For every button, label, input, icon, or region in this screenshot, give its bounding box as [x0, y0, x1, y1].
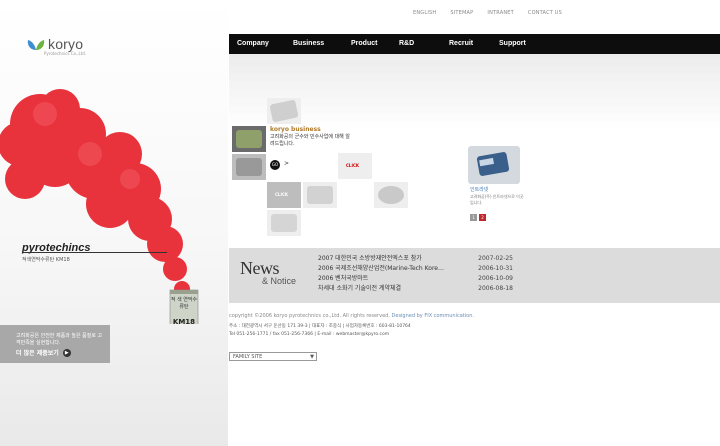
chevron-down-icon: ▼: [310, 354, 314, 360]
arrow-right-icon: ▶: [62, 348, 71, 357]
logo[interactable]: koryo: [26, 36, 83, 52]
nav-rnd[interactable]: R&D: [391, 34, 441, 54]
intranet-feature-image[interactable]: [468, 146, 520, 184]
nav-recruit[interactable]: Recruit: [441, 34, 491, 54]
business-title: koryo business: [270, 126, 321, 133]
product-subtitle: 적색연막수류탄 KM18: [22, 257, 70, 263]
pager-2[interactable]: 2: [479, 214, 486, 221]
red-smoke-image: [0, 89, 199, 324]
news-item[interactable]: 2006 국제조선해양산업전(Marine-Tech Kore… 2006-10…: [318, 264, 513, 274]
news-item-date: 2007-02-25: [478, 255, 513, 262]
promo-text: 고려화공은 안전한 제품과 높은 품질로 고객만족을 실현합니다.: [16, 333, 103, 346]
news-item-title: 2007 대한민국 소방방재안전엑스포 참가: [318, 255, 422, 262]
company-address: 주소 : 대전광역시 서구 둔산동 171 39-3 | 대표자 : 조중식 |…: [229, 323, 529, 339]
product-underline: [22, 252, 167, 253]
news-subheading: & Notice: [262, 276, 297, 286]
news-item-date: 2006-10-31: [478, 265, 513, 272]
copyright: copyright ©2006 koryo pyrotechnics co.,L…: [229, 313, 474, 319]
intranet-title[interactable]: 인트라넷: [470, 186, 488, 193]
news-item[interactable]: 2007 대한민국 소방방재안전엑스포 참가 2007-02-25: [318, 254, 513, 264]
tile-click-2[interactable]: CLICK: [267, 182, 301, 208]
tile-machine-image[interactable]: [232, 154, 266, 180]
can-label-text: 적 색 연막수류탄: [170, 297, 198, 310]
nav-product[interactable]: Product: [343, 34, 391, 54]
go-arrow-icon: >: [284, 160, 290, 167]
leaf-logo-icon: [27, 40, 45, 50]
more-products-link[interactable]: 더 많은 제품보기 ▶: [16, 348, 71, 357]
link-contact-us[interactable]: CONTACT US: [528, 10, 562, 16]
logo-subtitle: Pyrotechnics Co.,Ltd.: [44, 51, 87, 56]
tile-click-1[interactable]: CLICK: [338, 153, 372, 179]
nav-company[interactable]: Company: [229, 34, 285, 54]
tile-document-image[interactable]: [267, 98, 301, 124]
business-description: 고려화공의 군수와 민수사업에 대해 알려드립니다.: [270, 134, 350, 147]
tile-people-image[interactable]: [303, 182, 337, 208]
link-sitemap[interactable]: SITEMAP: [450, 10, 473, 16]
click-label: CLICK: [275, 192, 289, 197]
family-site-label: FAMILY SITE: [233, 354, 263, 360]
address-line-1: 주소 : 대전광역시 서구 둔산동 171 39-3 | 대표자 : 조중식 |…: [229, 324, 411, 329]
news-list: 2007 대한민국 소방방재안전엑스포 참가 2007-02-25 2006 국…: [318, 254, 513, 294]
more-products-label: 더 많은 제품보기: [16, 350, 59, 357]
news-item-date: 2006-08-18: [478, 285, 513, 292]
main-navigation: Company Business Product R&D Recruit Sup…: [229, 34, 720, 54]
go-button[interactable]: GO: [270, 160, 280, 170]
link-english[interactable]: ENGLISH: [413, 10, 436, 16]
tile-product-image[interactable]: [267, 210, 301, 236]
news-item[interactable]: 차세대 소화기 기술이전 계약체결 2006-08-18: [318, 284, 513, 294]
address-line-2: Tel 051-256-1771 / fax 051-256-7366 | E-…: [229, 332, 390, 337]
news-item-date: 2006-10-09: [478, 275, 513, 282]
feature-pager: 1 2: [470, 214, 486, 221]
news-item-title: 차세대 소화기 기술이전 계약체결: [318, 285, 402, 292]
copyright-text: copyright ©2006 koryo pyrotechnics co.,L…: [229, 313, 390, 319]
tile-vehicle-image[interactable]: [232, 126, 266, 152]
news-item-title: 2006 벤처국방마트: [318, 275, 369, 282]
news-item[interactable]: 2006 벤처국방마트 2006-10-09: [318, 274, 513, 284]
news-item-title: 2006 국제조선해양산업전(Marine-Tech Kore…: [318, 265, 444, 272]
intranet-description: 고려화공(주) 인트라넷으로 이곳입니다.: [470, 194, 524, 205]
nav-support[interactable]: Support: [491, 34, 547, 54]
family-site-select[interactable]: FAMILY SITE ▼: [229, 352, 317, 361]
link-intranet[interactable]: INTRANET: [487, 10, 514, 16]
nav-business[interactable]: Business: [285, 34, 343, 54]
utility-links: ENGLISH SITEMAP INTRANET CONTACT US: [413, 10, 562, 16]
card-icon: [476, 152, 510, 176]
pager-1[interactable]: 1: [470, 214, 477, 221]
designer-credit[interactable]: Designed by FIX communication.: [392, 313, 474, 319]
click-label: CLICK: [346, 163, 360, 168]
logo-wordmark: koryo: [48, 36, 84, 52]
can-model-text: KM18: [172, 318, 196, 326]
tile-couple-image[interactable]: [374, 182, 408, 208]
